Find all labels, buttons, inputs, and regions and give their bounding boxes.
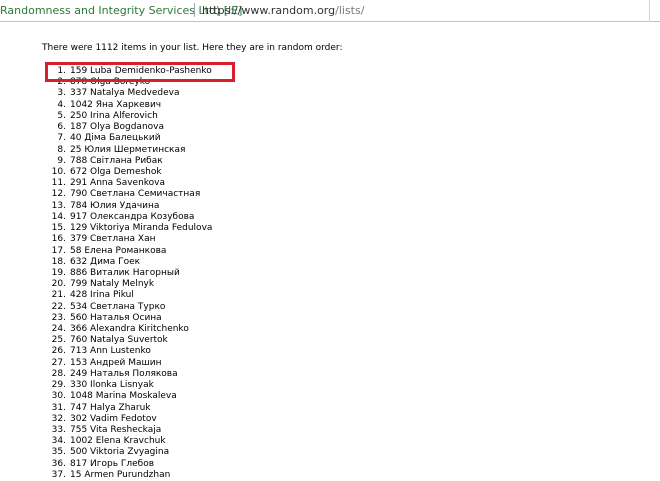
list-item-number: 9. bbox=[57, 155, 66, 166]
list-item-number: 30. bbox=[51, 391, 66, 402]
list-item-text: 788 Світлана Рибак bbox=[70, 155, 163, 166]
list-item-number: 32. bbox=[51, 413, 66, 424]
list-item-number: 29. bbox=[51, 380, 66, 391]
list-item-number: 11. bbox=[51, 178, 66, 189]
list-item-number: 1. bbox=[57, 66, 66, 76]
list-item-text: 790 Светлана Семичастная bbox=[70, 189, 201, 200]
list-item-text: 337 Natalya Medvedeva bbox=[70, 88, 180, 99]
list-item-text: 58 Елена Романкова bbox=[70, 245, 167, 256]
list-item-text: 755 Vita Resheckaja bbox=[70, 425, 162, 435]
list-item-number: 13. bbox=[51, 200, 66, 211]
list-item-number: 33. bbox=[51, 425, 66, 435]
list-item-text: 886 Виталик Нагорный bbox=[70, 267, 180, 278]
list-item-number: 5. bbox=[57, 110, 66, 121]
list-item-number: 37. bbox=[51, 469, 66, 480]
list-item-text: 817 Игорь Глебов bbox=[70, 458, 155, 469]
list-item-text: 428 Irina Pikul bbox=[70, 290, 134, 301]
list-item-number: 35. bbox=[51, 447, 66, 458]
list-item-text: 560 Наталья Осина bbox=[70, 312, 162, 323]
list-item-text: 330 Ilonka Lisnyak bbox=[70, 380, 154, 391]
list-item-number: 3. bbox=[57, 88, 66, 99]
list-item-text: 760 Natalya Suvertok bbox=[70, 335, 168, 346]
list-item-text: 159 Luba Demidenko-Pashenko bbox=[70, 66, 212, 76]
url-field[interactable]: https://www.random.org/lists/ bbox=[202, 4, 364, 17]
list-item-number: 2. bbox=[57, 77, 66, 88]
list-item-number: 31. bbox=[51, 402, 66, 413]
list-item-number: 10. bbox=[51, 166, 66, 177]
list-item-number: 8. bbox=[57, 144, 66, 155]
list-item-number: 17. bbox=[51, 245, 66, 256]
url-path: /lists/ bbox=[335, 4, 365, 17]
list-item-text: 799 Nataly Melnyk bbox=[70, 279, 155, 290]
list-item-number: 6. bbox=[57, 122, 66, 133]
list-item-number: 36. bbox=[51, 458, 66, 469]
list-item-number: 28. bbox=[51, 368, 66, 379]
page-content: There were 1112 items in your list. Here… bbox=[0, 22, 660, 480]
list-item-number: 7. bbox=[57, 133, 66, 144]
list-item-text: 379 Светлана Хан bbox=[70, 234, 156, 245]
list-item-text: 187 Olya Bogdanova bbox=[70, 122, 164, 133]
list-item-text: 534 Светлана Турко bbox=[70, 301, 166, 312]
list-item-number: 27. bbox=[51, 357, 66, 368]
list-item-number: 25. bbox=[51, 335, 66, 346]
list-item-text: 672 Olga Demeshok bbox=[70, 166, 162, 177]
list-item-text: 25 Юлия Шерметинская bbox=[70, 144, 186, 155]
list-item-number: 24. bbox=[51, 324, 66, 335]
address-bar: Randomness and Integrity Services Ltd) [… bbox=[0, 0, 660, 22]
list-item-number: 22. bbox=[51, 301, 66, 312]
list-item-text: 129 Viktoriya Miranda Fedulova bbox=[70, 223, 213, 234]
list-item-number: 23. bbox=[51, 312, 66, 323]
list-item-number: 34. bbox=[51, 436, 66, 447]
list-item-text: 784 Юлия Удачина bbox=[70, 200, 160, 211]
list-item-text: 747 Halya Zharuk bbox=[70, 402, 151, 413]
list-item-text: 250 Irina Alferovich bbox=[70, 110, 158, 121]
list-item-number: 12. bbox=[51, 189, 66, 200]
list-item-number: 18. bbox=[51, 256, 66, 267]
list-item-number: 4. bbox=[57, 99, 66, 110]
list-item-text: 153 Андрей Машин bbox=[70, 357, 162, 368]
list-item-number: 21. bbox=[51, 290, 66, 301]
list-item-text: 1002 Elena Kravchuk bbox=[70, 436, 166, 447]
list-item-text: 878 Olga Boreyko bbox=[70, 77, 151, 88]
list-item-text: 366 Alexandra Kiritchenko bbox=[70, 324, 189, 335]
list-item-text: 291 Anna Savenkova bbox=[70, 178, 166, 189]
list-item-text: 500 Viktoria Zvyagina bbox=[70, 447, 170, 458]
list-intro: There were 1112 items in your list. Here… bbox=[42, 43, 343, 53]
list-item-number: 19. bbox=[51, 267, 66, 278]
address-bar-edge bbox=[649, 0, 660, 22]
list-item-text: 40 Діма Балецький bbox=[70, 133, 161, 144]
list-item-text: 917 Олександра Козубова bbox=[70, 211, 195, 222]
list-item-text: 302 Vadim Fedotov bbox=[70, 413, 157, 424]
list-item-number: 16. bbox=[51, 234, 66, 245]
list-item-text: 713 Ann Lustenko bbox=[70, 346, 151, 357]
list-item-text: 1048 Marina Moskaleva bbox=[70, 391, 177, 402]
url-host: https://www.random.org bbox=[202, 4, 336, 17]
list-item-number: 14. bbox=[51, 211, 66, 222]
list-item-text: 632 Дима Гоек bbox=[70, 256, 141, 267]
list-item-text: 15 Armen Purundzhan bbox=[70, 469, 171, 480]
address-separator bbox=[194, 3, 195, 17]
list-item-number: 26. bbox=[51, 346, 66, 357]
list-item-number: 15. bbox=[51, 223, 66, 234]
list-item-number: 20. bbox=[51, 279, 66, 290]
list-item-text: 1042 Яна Харкевич bbox=[70, 99, 162, 110]
list-item-text: 249 Наталья Полякова bbox=[70, 368, 178, 379]
